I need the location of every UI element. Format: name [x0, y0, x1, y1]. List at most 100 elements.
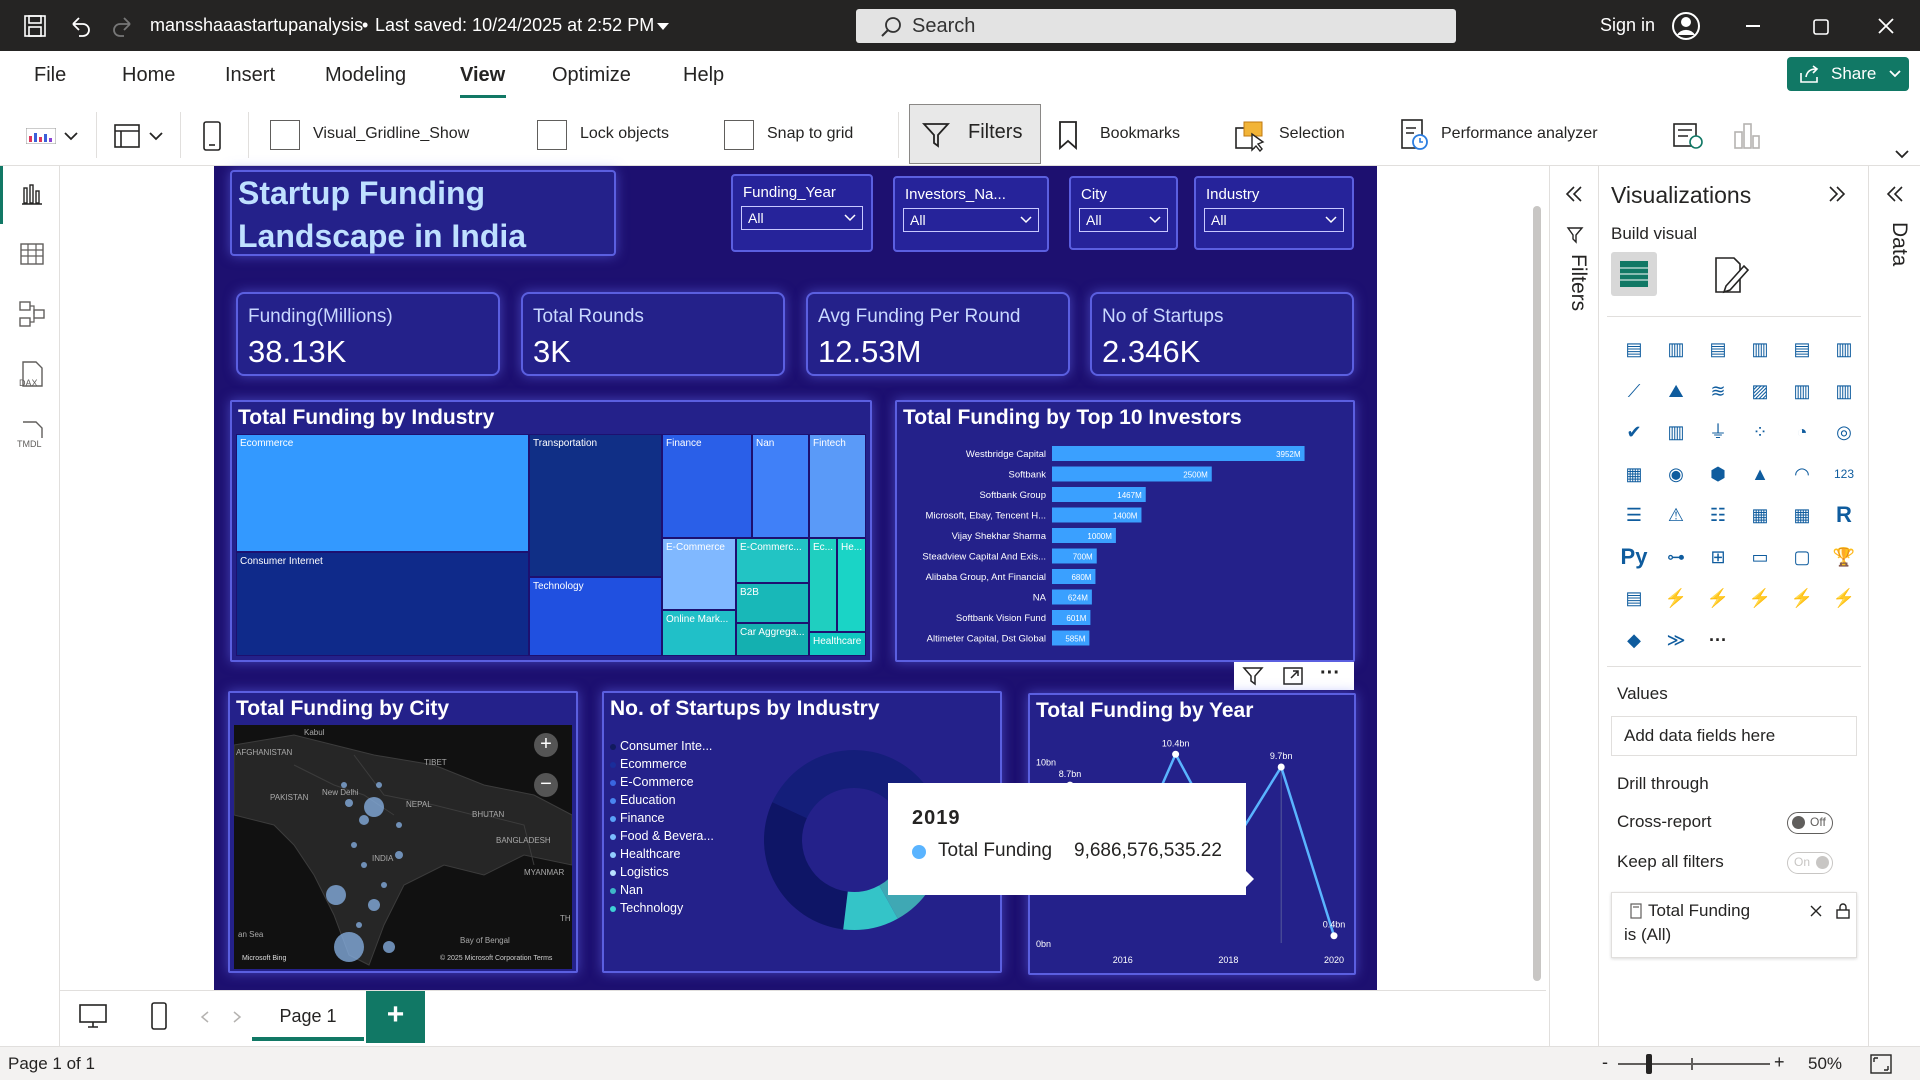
visual-type-icon[interactable]: 🏆 — [1829, 542, 1859, 572]
legend-item[interactable]: Ecommerce — [610, 755, 730, 773]
treemap-visual[interactable]: Total Funding by Industry Ecommerce Cons… — [230, 400, 872, 662]
map-zoom-out-button[interactable]: − — [534, 773, 558, 797]
bookmarks-button[interactable]: Bookmarks — [1100, 101, 1180, 166]
legend-item[interactable]: Finance — [610, 809, 730, 827]
slicer-industry[interactable]: Industry All — [1194, 176, 1354, 250]
keep-filters-toggle[interactable]: On — [1787, 852, 1833, 874]
line-point[interactable] — [1172, 750, 1180, 758]
table-view-icon[interactable] — [20, 242, 44, 266]
visual-type-icon[interactable]: ▤ — [1619, 334, 1649, 364]
visual-type-icon[interactable]: ◎ — [1829, 417, 1859, 447]
values-drop-well[interactable]: Add data fields here — [1611, 716, 1857, 756]
treemap-cell[interactable]: Nan — [752, 434, 809, 538]
map-canvas[interactable]: AFGHANISTAN Kabul TIBET PAKISTAN New Delhi NE… — [234, 725, 572, 969]
visual-type-icon[interactable]: ▥ — [1745, 334, 1775, 364]
legend-item[interactable]: Food & Bevera... — [610, 827, 730, 845]
save-icon[interactable] — [24, 15, 46, 37]
kpi-card-startups[interactable]: No of Startups 2.346K — [1090, 292, 1354, 376]
map-bubble[interactable] — [383, 941, 395, 953]
visual-type-icon[interactable]: ⊶ — [1661, 542, 1691, 572]
sync-slicers-icon[interactable] — [1672, 120, 1704, 150]
collapse-pane-icon[interactable] — [1827, 184, 1847, 204]
search-input[interactable]: Search — [856, 9, 1456, 43]
legend-item[interactable]: E-Commerce — [610, 773, 730, 791]
visual-type-icon[interactable]: ▤ — [1619, 583, 1649, 613]
visual-type-icon[interactable]: ⚡ — [1703, 583, 1733, 613]
visual-type-icon[interactable]: ⚡ — [1745, 583, 1775, 613]
treemap-cell[interactable]: B2B — [736, 583, 809, 623]
kpi-card-funding[interactable]: Funding(Millions) 38.13K — [236, 292, 500, 376]
visual-type-icon[interactable]: ✔ — [1619, 417, 1649, 447]
map-bubble[interactable] — [345, 799, 353, 807]
map-bubble[interactable] — [381, 882, 387, 888]
visual-type-icon[interactable]: ▥ — [1829, 376, 1859, 406]
maximize-icon[interactable] — [1813, 19, 1829, 35]
treemap-cell[interactable]: Transportation — [529, 434, 662, 577]
theme-gallery-icon[interactable] — [26, 128, 56, 144]
bookmark-icon[interactable] — [1057, 120, 1079, 150]
visual-type-icon[interactable]: ▦ — [1619, 459, 1649, 489]
slicer-dropdown[interactable]: All — [1079, 208, 1168, 232]
slicer-dropdown[interactable]: All — [903, 208, 1039, 232]
slicer-city[interactable]: City All — [1069, 176, 1178, 250]
desktop-layout-icon[interactable] — [78, 1003, 108, 1029]
visual-type-icon[interactable]: ☷ — [1703, 500, 1733, 530]
clear-filter-icon[interactable] — [1810, 905, 1822, 917]
minimize-icon[interactable] — [1746, 25, 1760, 28]
map-bubble[interactable] — [364, 797, 384, 817]
visual-type-icon[interactable]: ▲ — [1745, 459, 1775, 489]
visual-type-icon[interactable]: ◔ — [1787, 417, 1817, 447]
map-visual[interactable]: Total Funding by City AFGHANISTAN Kabul TI… — [228, 691, 578, 973]
undo-icon[interactable] — [68, 14, 92, 38]
filter-card[interactable]: Total Funding is (All) — [1611, 892, 1857, 958]
menu-home[interactable]: Home — [122, 64, 175, 87]
format-visual-icon[interactable] — [1712, 256, 1752, 296]
account-icon[interactable] — [1671, 11, 1701, 41]
legend-item[interactable]: Nan — [610, 881, 730, 899]
visual-type-icon[interactable]: ⚡ — [1829, 583, 1859, 613]
slicer-dropdown[interactable]: All — [741, 206, 863, 230]
menu-view[interactable]: View — [460, 64, 505, 87]
menu-file[interactable]: File — [34, 64, 66, 87]
page-tab-page-1[interactable]: Page 1 — [252, 991, 364, 1041]
dax-query-view-icon[interactable]: DAX — [16, 360, 46, 390]
legend-item[interactable]: Logistics — [610, 863, 730, 881]
sign-in-link[interactable]: Sign in — [1600, 0, 1655, 51]
add-page-button[interactable]: + — [366, 991, 425, 1043]
field-parameters-icon[interactable] — [1733, 120, 1761, 150]
report-title-card[interactable]: Startup Funding Landscape in India — [230, 170, 616, 256]
bar[interactable] — [1052, 446, 1305, 461]
close-icon[interactable] — [1878, 18, 1894, 34]
treemap-cell[interactable]: Finance — [662, 434, 752, 538]
expand-pane-icon[interactable] — [1564, 184, 1584, 204]
ribbon-expand-icon[interactable] — [1895, 150, 1909, 159]
selection-icon[interactable] — [1234, 120, 1266, 152]
selection-button[interactable]: Selection — [1279, 101, 1345, 166]
treemap-cell[interactable]: Car Aggrega... — [736, 623, 809, 656]
map-bubble[interactable] — [368, 899, 380, 911]
map-bubble[interactable] — [326, 885, 346, 905]
kpi-card-rounds[interactable]: Total Rounds 3K — [521, 292, 785, 376]
data-pane-label[interactable]: Data — [1881, 222, 1911, 292]
treemap-cell[interactable]: Online Mark... — [662, 610, 736, 656]
zoom-in-button[interactable]: + — [1774, 1052, 1785, 1073]
donut-slice[interactable] — [764, 802, 848, 930]
line-point[interactable] — [1277, 763, 1285, 771]
mobile-layout-icon[interactable] — [202, 120, 222, 152]
chevron-right-icon[interactable] — [232, 1011, 242, 1023]
build-visual-tab[interactable] — [1611, 252, 1657, 296]
map-bubble[interactable] — [376, 782, 382, 788]
visual-type-icon[interactable]: ▨ — [1745, 376, 1775, 406]
visual-type-icon[interactable]: ⬢ — [1703, 459, 1733, 489]
visual-type-icon[interactable]: Py — [1619, 542, 1649, 572]
slicer-funding-year[interactable]: Funding_Year All — [731, 174, 873, 252]
map-bubble[interactable] — [359, 815, 369, 825]
treemap-cell[interactable]: Ecommerce — [236, 434, 529, 552]
treemap-cell[interactable]: E-Commerce — [662, 538, 736, 610]
visual-type-icon[interactable]: ≫ — [1661, 625, 1691, 655]
line-point[interactable] — [1330, 932, 1338, 940]
visual-type-icon[interactable]: ⟋ — [1619, 376, 1649, 406]
fit-to-page-icon[interactable] — [1870, 1054, 1892, 1074]
visual-type-icon[interactable]: 123 — [1829, 459, 1859, 489]
visual-type-icon[interactable]: ◆ — [1619, 625, 1649, 655]
